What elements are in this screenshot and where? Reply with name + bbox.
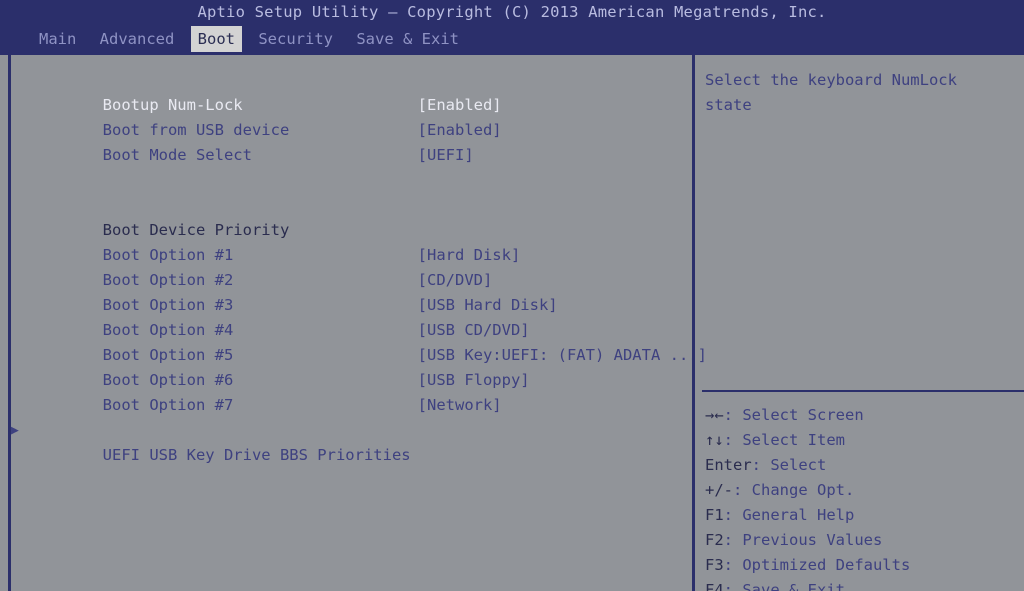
tab-security[interactable]: Security xyxy=(251,26,340,52)
shortcut-optimized-defaults: F3: Optimized Defaults xyxy=(705,553,1024,578)
arrow-left-right-icon: →← xyxy=(705,406,724,424)
shortcut-text: : Save & Exit xyxy=(723,581,845,591)
shortcut-save-and-exit: F4: Save & Exit xyxy=(705,578,1024,591)
help-divider xyxy=(702,390,1024,392)
help-pane: Select the keyboard NumLock state →←: Se… xyxy=(695,55,1024,591)
help-text-line: state xyxy=(705,96,752,114)
table-row[interactable]: Boot Option #2 [CD/DVD] xyxy=(11,243,692,289)
shortcut-key: F1 xyxy=(705,506,724,524)
setting-row-boot-from-usb-device[interactable]: Boot from USB device [Enabled] xyxy=(11,93,692,139)
boot-settings-pane: Bootup Num-Lock [Enabled] Boot from USB d… xyxy=(11,55,707,591)
shortcut-text: : Change Opt. xyxy=(733,481,855,499)
menu-bar: Main Advanced Boot Security Save & Exit xyxy=(0,26,1024,52)
tab-main[interactable]: Main xyxy=(32,26,83,52)
boot-option-label: Boot Option #7 xyxy=(102,396,234,414)
setting-label: Boot Mode Select xyxy=(102,146,252,164)
shortcut-key: F3 xyxy=(705,556,724,574)
tab-save-and-exit[interactable]: Save & Exit xyxy=(349,26,466,52)
page-title: Aptio Setup Utility – Copyright (C) 2013… xyxy=(0,0,1024,25)
table-row[interactable]: Boot Option #6 [USB Floppy] xyxy=(11,343,692,389)
table-row[interactable]: Boot Option #1 [Hard Disk] xyxy=(11,218,692,264)
shortcut-select-item: ↑↓: Select Item xyxy=(705,428,1024,453)
triangle-right-icon: ▶ xyxy=(11,423,19,438)
submenu-item-uefi-usb-key-drive-bbs-priorities[interactable]: ▶ UEFI USB Key Drive BBS Priorities xyxy=(11,418,692,464)
shortcut-select-screen: →←: Select Screen xyxy=(705,403,1024,428)
shortcut-change-opt: +/-: Change Opt. xyxy=(705,478,1024,503)
shortcut-key: +/- xyxy=(705,481,733,499)
table-row[interactable]: Boot Option #5 [USB Key:UEFI: (FAT) ADATA… xyxy=(11,318,707,364)
setting-row-boot-mode-select[interactable]: Boot Mode Select [UEFI] xyxy=(11,118,692,164)
section-header-boot-device-priority: Boot Device Priority xyxy=(11,193,692,239)
shortcut-text: : Select xyxy=(751,456,827,474)
table-row[interactable]: Boot Option #4 [USB CD/DVD] xyxy=(11,293,692,339)
shortcut-previous-values: F2: Previous Values xyxy=(705,528,1024,553)
shortcut-key: F4 xyxy=(705,581,724,591)
setting-row-bootup-num-lock[interactable]: Bootup Num-Lock [Enabled] xyxy=(11,68,692,114)
shortcut-text: : Select Item xyxy=(723,431,845,449)
shortcut-text: : Optimized Defaults xyxy=(723,556,911,574)
shortcut-text: : Select Screen xyxy=(723,406,864,424)
shortcut-general-help: F1: General Help xyxy=(705,503,1024,528)
tab-boot[interactable]: Boot xyxy=(190,26,242,52)
shortcut-enter-select: Enter: Select xyxy=(705,453,1024,478)
shortcut-text: : General Help xyxy=(723,506,855,524)
arrow-up-down-icon: ↑↓ xyxy=(705,431,724,449)
table-row[interactable]: Boot Option #7 [Network] xyxy=(11,368,692,414)
keyboard-shortcuts-list: →←: Select Screen ↑↓: Select Item Enter:… xyxy=(705,403,1024,591)
tab-advanced[interactable]: Advanced xyxy=(93,26,182,52)
shortcut-text: : Previous Values xyxy=(723,531,883,549)
help-text-line: Select the keyboard NumLock xyxy=(705,71,957,89)
shortcut-key: Enter xyxy=(705,456,752,474)
bios-setup-screen: Aptio Setup Utility – Copyright (C) 2013… xyxy=(0,0,1024,591)
table-row[interactable]: Boot Option #3 [USB Hard Disk] xyxy=(11,268,692,314)
setting-value[interactable]: [UEFI] xyxy=(418,143,474,168)
submenu-label: UEFI USB Key Drive BBS Priorities xyxy=(102,446,411,464)
boot-option-value[interactable]: [Network] xyxy=(418,393,502,418)
content-frame: Bootup Num-Lock [Enabled] Boot from USB d… xyxy=(0,52,1024,591)
shortcut-key: F2 xyxy=(705,531,724,549)
